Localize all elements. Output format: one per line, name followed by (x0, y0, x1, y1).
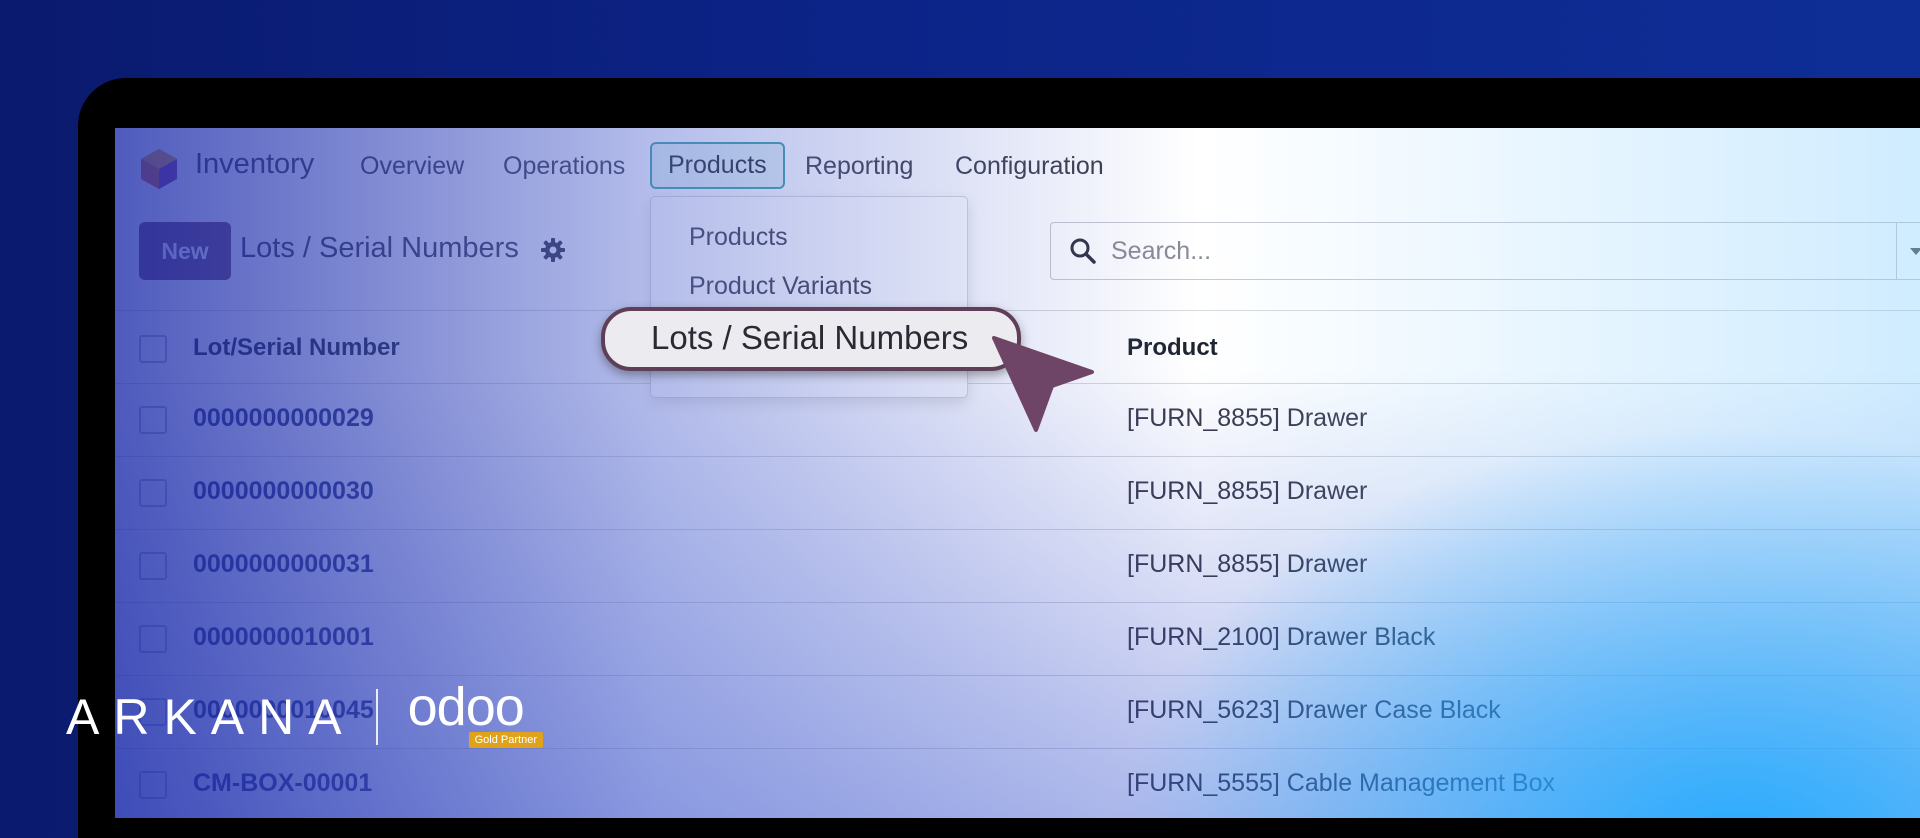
menu-overview[interactable]: Overview (360, 152, 464, 181)
product-cell: [FURN_5555] Cable Management Box (1127, 769, 1556, 797)
column-header-lot[interactable]: Lot/Serial Number (193, 334, 400, 362)
product-cell: [FURN_5623] Drawer Case Black (1127, 696, 1501, 724)
table-row[interactable]: 0000000000031 [FURN_8855] Drawer (115, 530, 1920, 603)
search-bar[interactable]: Search... (1050, 222, 1920, 280)
odoo-wordmark: odoo (407, 677, 525, 737)
branding: ARKANA odoo Gold Partner (66, 677, 543, 752)
lot-number-cell: 0000000010001 (193, 623, 374, 651)
table-row[interactable]: 0000000010001 [FURN_2100] Drawer Black (115, 603, 1920, 676)
select-all-checkbox[interactable] (139, 335, 167, 363)
product-cell: [FURN_8855] Drawer (1127, 550, 1368, 578)
top-navbar: Inventory Overview Operations Products R… (115, 128, 1920, 204)
row-checkbox[interactable] (139, 552, 167, 580)
product-cell: [FURN_8855] Drawer (1127, 477, 1368, 505)
gold-partner-badge: Gold Partner (468, 732, 543, 748)
company-logo: ARKANA (66, 689, 356, 745)
lot-number-cell: 0000000000030 (193, 477, 374, 505)
dropdown-item-products[interactable]: Products (689, 223, 788, 252)
search-icon (1070, 238, 1096, 264)
menu-configuration[interactable]: Configuration (955, 152, 1104, 181)
app-title[interactable]: Inventory (195, 148, 314, 181)
menu-reporting[interactable]: Reporting (805, 152, 913, 181)
row-checkbox[interactable] (139, 406, 167, 434)
row-checkbox[interactable] (139, 625, 167, 653)
new-button[interactable]: New (139, 222, 231, 280)
cursor-arrow-icon (992, 336, 1094, 432)
callout-label: Lots / Serial Numbers (651, 319, 969, 356)
product-cell: [FURN_2100] Drawer Black (1127, 623, 1436, 651)
column-header-product[interactable]: Product (1127, 334, 1218, 362)
product-cell: [FURN_8855] Drawer (1127, 404, 1368, 432)
menu-products[interactable]: Products (650, 142, 785, 189)
row-checkbox[interactable] (139, 479, 167, 507)
search-input[interactable]: Search... (1111, 237, 1211, 266)
brand-divider (375, 689, 378, 745)
odoo-logo: odoo Gold Partner (408, 677, 543, 752)
breadcrumb: Lots / Serial Numbers (240, 232, 519, 264)
row-checkbox[interactable] (139, 771, 167, 799)
dropdown-item-lots-serial-numbers[interactable]: Lots / Serial Numbers (601, 307, 1021, 371)
dropdown-item-product-variants[interactable]: Product Variants (689, 272, 872, 301)
gear-icon[interactable] (540, 237, 566, 263)
table-row[interactable]: 0000000000030 [FURN_8855] Drawer (115, 457, 1920, 530)
search-options-toggle[interactable] (1896, 223, 1920, 279)
table-row[interactable]: CM-BOX-00001 [FURN_5555] Cable Managemen… (115, 749, 1920, 818)
lot-number-cell: 0000000000029 (193, 404, 374, 432)
inventory-app-icon[interactable] (140, 148, 178, 190)
lot-number-cell: 0000000000031 (193, 550, 374, 578)
menu-operations[interactable]: Operations (503, 152, 625, 181)
lot-number-cell: CM-BOX-00001 (193, 769, 373, 797)
